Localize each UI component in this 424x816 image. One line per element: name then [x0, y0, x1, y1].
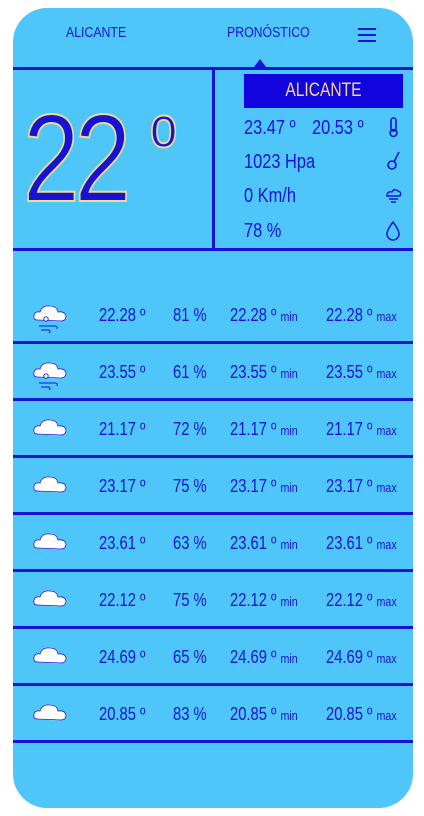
forecast-row: 23.17 º 75 % 23.17 º min 23.17 º max: [13, 461, 413, 515]
app-screen: ALICANTE PRONÓSTICO 22 º ALICANTE 23.47 …: [13, 8, 413, 808]
row-divider: [13, 341, 413, 344]
row-divider: [13, 398, 413, 401]
current-temp-min: 20.53 º: [312, 117, 364, 139]
forecast-temp: 22.12 º: [99, 590, 146, 610]
nav-forecast-link[interactable]: PRONÓSTICO: [227, 24, 310, 41]
forecast-max: 23.61 º max: [326, 533, 397, 553]
forecast-max: 23.55 º max: [326, 362, 397, 382]
forecast-max: 20.85 º max: [326, 704, 397, 724]
forecast-min: 21.17 º min: [230, 419, 298, 439]
current-temperature: 22: [22, 89, 132, 229]
row-divider: [13, 740, 413, 743]
nav-city-link[interactable]: ALICANTE: [66, 24, 126, 41]
humidity-drop-icon: [386, 220, 400, 241]
forecast-humidity: 75 %: [173, 476, 207, 496]
top-nav: ALICANTE PRONÓSTICO: [13, 8, 413, 68]
cloud-icon: [33, 647, 67, 664]
forecast-max: 23.17 º max: [326, 476, 397, 496]
cloud-wind-icon: [33, 362, 67, 391]
cloud-icon: [33, 704, 67, 721]
forecast-min: 23.55 º min: [230, 362, 298, 382]
row-divider: [13, 683, 413, 686]
forecast-temp: 21.17 º: [99, 419, 146, 439]
forecast-humidity: 63 %: [173, 533, 207, 553]
forecast-row: 23.61 º 63 % 23.61 º min 23.61 º max: [13, 518, 413, 572]
forecast-row: 22.28 º 81 % 22.28 º min 22.28 º max: [13, 290, 413, 344]
forecast-temp: 24.69 º: [99, 647, 146, 667]
current-humidity: 78 %: [244, 220, 282, 242]
cloud-wind-icon: [33, 305, 67, 334]
forecast-row: 22.12 º 75 % 22.12 º min 22.12 º max: [13, 575, 413, 629]
forecast-humidity: 65 %: [173, 647, 207, 667]
forecast-row: 24.69 º 65 % 24.69 º min 24.69 º max: [13, 632, 413, 686]
forecast-min: 22.12 º min: [230, 590, 298, 610]
forecast-temp: 23.17 º: [99, 476, 146, 496]
forecast-max: 21.17 º max: [326, 419, 397, 439]
divider: [212, 70, 215, 250]
forecast-humidity: 72 %: [173, 419, 207, 439]
forecast-row: 21.17 º 72 % 21.17 º min 21.17 º max: [13, 404, 413, 458]
row-divider: [13, 569, 413, 572]
forecast-humidity: 81 %: [173, 305, 207, 325]
cloud-icon: [33, 533, 67, 550]
pressure-icon: [387, 151, 400, 170]
forecast-humidity: 61 %: [173, 362, 207, 382]
forecast-row: 23.55 º 61 % 23.55 º min 23.55 º max: [13, 347, 413, 401]
current-wind: 0 Km/h: [244, 185, 296, 207]
forecast-temp: 22.28 º: [99, 305, 146, 325]
wind-cloud-icon: [386, 189, 402, 203]
cloud-icon: [33, 590, 67, 607]
row-divider: [13, 626, 413, 629]
forecast-humidity: 83 %: [173, 704, 207, 724]
divider: [13, 248, 413, 251]
active-tab-caret: [254, 59, 266, 67]
thermometer-icon: [389, 117, 398, 138]
forecast-max: 22.12 º max: [326, 590, 397, 610]
forecast-min: 23.17 º min: [230, 476, 298, 496]
forecast-max: 22.28 º max: [326, 305, 397, 325]
cloud-icon: [33, 476, 67, 493]
forecast-humidity: 75 %: [173, 590, 207, 610]
forecast-temp: 23.61 º: [99, 533, 146, 553]
current-city-badge: ALICANTE: [244, 74, 403, 108]
forecast-min: 24.69 º min: [230, 647, 298, 667]
row-divider: [13, 455, 413, 458]
forecast-temp: 23.55 º: [99, 362, 146, 382]
forecast-min: 22.28 º min: [230, 305, 298, 325]
forecast-temp: 20.85 º: [99, 704, 146, 724]
forecast-max: 24.69 º max: [326, 647, 397, 667]
menu-icon[interactable]: [358, 28, 376, 42]
forecast-min: 20.85 º min: [230, 704, 298, 724]
forecast-min: 23.61 º min: [230, 533, 298, 553]
forecast-row: 20.85 º 83 % 20.85 º min 20.85 º max: [13, 689, 413, 743]
row-divider: [13, 512, 413, 515]
cloud-icon: [33, 419, 67, 436]
current-degree-symbol: º: [150, 98, 177, 192]
current-pressure: 1023 Hpa: [244, 151, 316, 173]
current-temp-max: 23.47 º: [244, 117, 296, 139]
current-city-label: ALICANTE: [285, 80, 362, 101]
